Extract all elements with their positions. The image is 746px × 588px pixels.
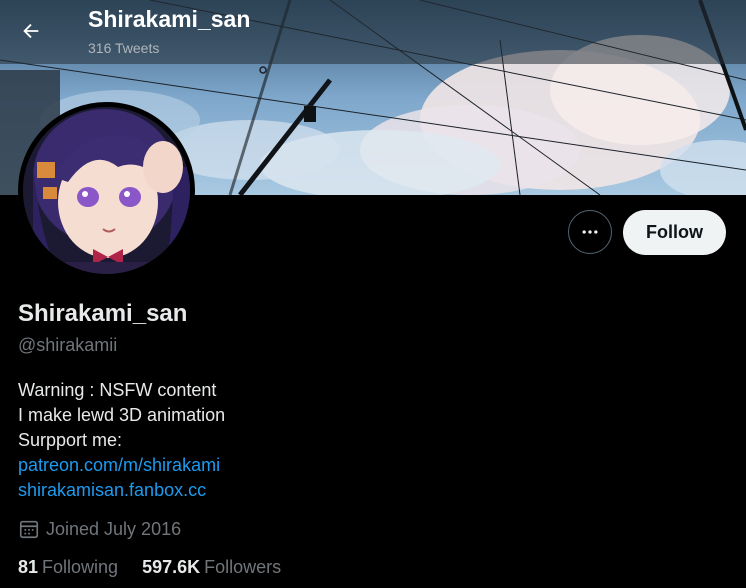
avatar-illustration [23, 107, 190, 274]
more-horizontal-icon [582, 230, 598, 234]
profile-bio: Warning : NSFW content I make lewd 3D an… [18, 378, 225, 503]
bio-link-fanbox[interactable]: shirakamisan.fanbox.cc [18, 478, 225, 503]
followers-stat[interactable]: 597.6K Followers [142, 557, 281, 578]
following-count: 81 [18, 557, 39, 577]
followers-label: Followers [204, 557, 282, 577]
profile-header-bar: Shirakami_san 316 Tweets [0, 0, 746, 64]
follow-button[interactable]: Follow [623, 210, 726, 255]
more-options-button[interactable] [568, 210, 612, 254]
join-date: Joined July 2016 [18, 518, 181, 540]
profile-avatar[interactable] [18, 102, 195, 279]
back-button[interactable] [12, 12, 50, 50]
follow-stats: 81 Following 597.6K Followers [18, 557, 305, 578]
header-profile-name: Shirakami_san [88, 6, 251, 32]
followers-count: 597.6K [142, 557, 201, 577]
profile-handle: @shirakamii [18, 335, 118, 355]
following-label: Following [42, 557, 119, 577]
calendar-icon [19, 520, 39, 539]
profile-page: Shirakami_san 316 Tweets Follow Shirakam… [0, 0, 746, 588]
header-tweet-count: 316 Tweets [88, 40, 160, 56]
profile-display-name: Shirakami_san [18, 300, 188, 327]
following-stat[interactable]: 81 Following [18, 557, 118, 578]
bio-line: I make lewd 3D animation [18, 405, 226, 425]
join-date-text: Joined July 2016 [46, 518, 182, 539]
bio-line: Surpport me: [18, 430, 123, 450]
bio-link-patreon[interactable]: patreon.com/m/shirakami [18, 453, 225, 478]
arrow-left-icon [23, 23, 39, 39]
bio-line: Warning : NSFW content [18, 380, 217, 400]
